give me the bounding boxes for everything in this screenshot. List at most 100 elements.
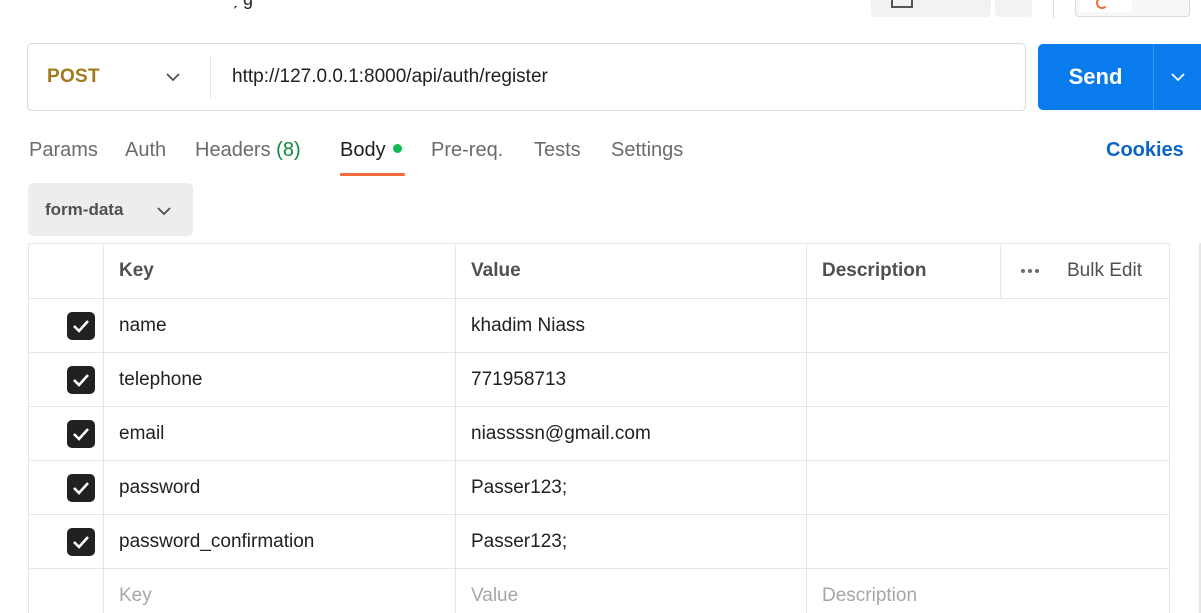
bulk-edit-button[interactable]: Bulk Edit: [1067, 244, 1142, 298]
row-value-cell[interactable]: Passer123;: [455, 461, 806, 514]
body-active-dot: [392, 144, 402, 153]
toolbar-divider: [1053, 0, 1054, 18]
description-placeholder: Description: [822, 585, 918, 606]
url-divider: [210, 56, 211, 98]
request-title-fragment: ˏ g: [232, 0, 253, 8]
row-key: email: [119, 422, 165, 444]
chevron-down-icon[interactable]: [165, 69, 181, 85]
header-actions-cell: Bulk Edit: [1000, 244, 1170, 298]
row-key: password: [119, 476, 201, 498]
row-description-cell[interactable]: [806, 461, 1170, 514]
key-placeholder: Key: [119, 585, 152, 606]
value-placeholder: Value: [471, 585, 519, 606]
tab-body[interactable]: Body: [340, 132, 402, 168]
tab-label: Settings: [611, 139, 684, 161]
row-checkbox-cell: [28, 407, 103, 460]
row-checkbox-cell: [28, 299, 103, 352]
new-value-input[interactable]: Value: [455, 569, 806, 613]
tab-label: Body: [340, 139, 386, 161]
header-key-cell: Key: [103, 244, 455, 298]
new-row: Key Value Description: [28, 569, 1170, 613]
row-key: password_confirmation: [119, 530, 315, 552]
save-menu-button[interactable]: [995, 0, 1032, 17]
row-description-cell[interactable]: [806, 353, 1170, 406]
body-type-dropdown[interactable]: form-data: [28, 183, 193, 236]
column-header-value: Value: [471, 260, 521, 281]
tab-params[interactable]: Params: [29, 132, 98, 168]
tab-auth[interactable]: Auth: [125, 132, 166, 168]
row-value: niassssn@gmail.com: [471, 422, 651, 444]
back-arrow-icon[interactable]: [36, 0, 64, 6]
row-value-cell[interactable]: khadim Niass: [455, 299, 806, 352]
header-checkbox-cell: [28, 244, 103, 298]
tab-settings[interactable]: Settings: [611, 132, 683, 168]
table-row: telephone 771958713: [28, 353, 1170, 407]
table-row: email niassssn@gmail.com: [28, 407, 1170, 461]
row-value-cell[interactable]: niassssn@gmail.com: [455, 407, 806, 460]
tab-label: Headers: [195, 139, 271, 161]
column-header-description: Description: [822, 260, 927, 281]
row-checkbox-cell: [28, 515, 103, 568]
row-checkbox-cell: [28, 461, 103, 514]
tab-label: Pre-req.: [431, 139, 504, 161]
more-dots-icon[interactable]: [1021, 244, 1039, 298]
new-description-input[interactable]: Description: [806, 569, 1170, 613]
method-selector[interactable]: POST: [47, 44, 100, 110]
send-options-button[interactable]: [1153, 44, 1201, 110]
table-row: name khadim Niass: [28, 299, 1170, 353]
environment-option[interactable]: [1080, 0, 1132, 12]
row-checkbox[interactable]: [67, 366, 95, 394]
form-data-table: Key Value Description Bulk Edit name kha…: [28, 243, 1170, 613]
row-value: Passer123;: [471, 476, 568, 498]
environment-icon: [1096, 0, 1108, 9]
row-key-cell[interactable]: name: [103, 299, 455, 352]
check-icon: [73, 428, 89, 441]
row-checkbox[interactable]: [67, 474, 95, 502]
row-value-cell[interactable]: 771958713: [455, 353, 806, 406]
check-icon: [73, 536, 89, 549]
environment-selector[interactable]: [1075, 0, 1190, 17]
row-description-cell[interactable]: [806, 299, 1170, 352]
table-header-row: Key Value Description Bulk Edit: [28, 244, 1170, 299]
body-type-label: form-data: [45, 200, 124, 219]
row-value-cell[interactable]: Passer123;: [455, 515, 806, 568]
chevron-down-icon: [1171, 73, 1185, 82]
row-checkbox-cell: [28, 353, 103, 406]
tab-pre-request[interactable]: Pre-req.: [431, 132, 503, 168]
tab-label: Params: [29, 139, 98, 161]
cookies-link[interactable]: Cookies: [1106, 132, 1184, 168]
send-button[interactable]: Send: [1038, 44, 1153, 110]
chevron-down-icon: [157, 207, 171, 216]
url-input[interactable]: http://127.0.0.1:8000/api/auth/register: [232, 44, 1012, 110]
row-key-cell[interactable]: email: [103, 407, 455, 460]
row-value: 771958713: [471, 368, 567, 390]
row-key-cell[interactable]: telephone: [103, 353, 455, 406]
row-key: telephone: [119, 368, 203, 390]
row-checkbox-cell: [28, 569, 103, 613]
row-checkbox[interactable]: [67, 528, 95, 556]
row-description-cell[interactable]: [806, 515, 1170, 568]
row-value: Passer123;: [471, 530, 568, 552]
tab-headers[interactable]: Headers (8): [195, 132, 301, 168]
header-description-cell: Description: [806, 244, 1000, 298]
table-row: password Passer123;: [28, 461, 1170, 515]
save-button[interactable]: [871, 0, 991, 17]
row-key-cell[interactable]: password_confirmation: [103, 515, 455, 568]
save-icon: [891, 0, 913, 8]
check-icon: [73, 374, 89, 387]
row-value: khadim Niass: [471, 314, 586, 336]
row-description-cell[interactable]: [806, 407, 1170, 460]
request-editor: ˏ g POST http://127.0.0.1:8000/api/auth/…: [0, 0, 1201, 613]
check-icon: [73, 320, 89, 333]
row-checkbox[interactable]: [67, 312, 95, 340]
tab-tests[interactable]: Tests: [534, 132, 581, 168]
url-bar: POST http://127.0.0.1:8000/api/auth/regi…: [27, 43, 1026, 111]
tab-label: Tests: [534, 139, 581, 161]
tab-label: Auth: [125, 139, 167, 161]
header-value-cell: Value: [455, 244, 806, 298]
row-key-cell[interactable]: password: [103, 461, 455, 514]
headers-count: (8): [276, 139, 301, 161]
row-checkbox[interactable]: [67, 420, 95, 448]
new-key-input[interactable]: Key: [103, 569, 455, 613]
active-tab-underline: [340, 173, 405, 176]
